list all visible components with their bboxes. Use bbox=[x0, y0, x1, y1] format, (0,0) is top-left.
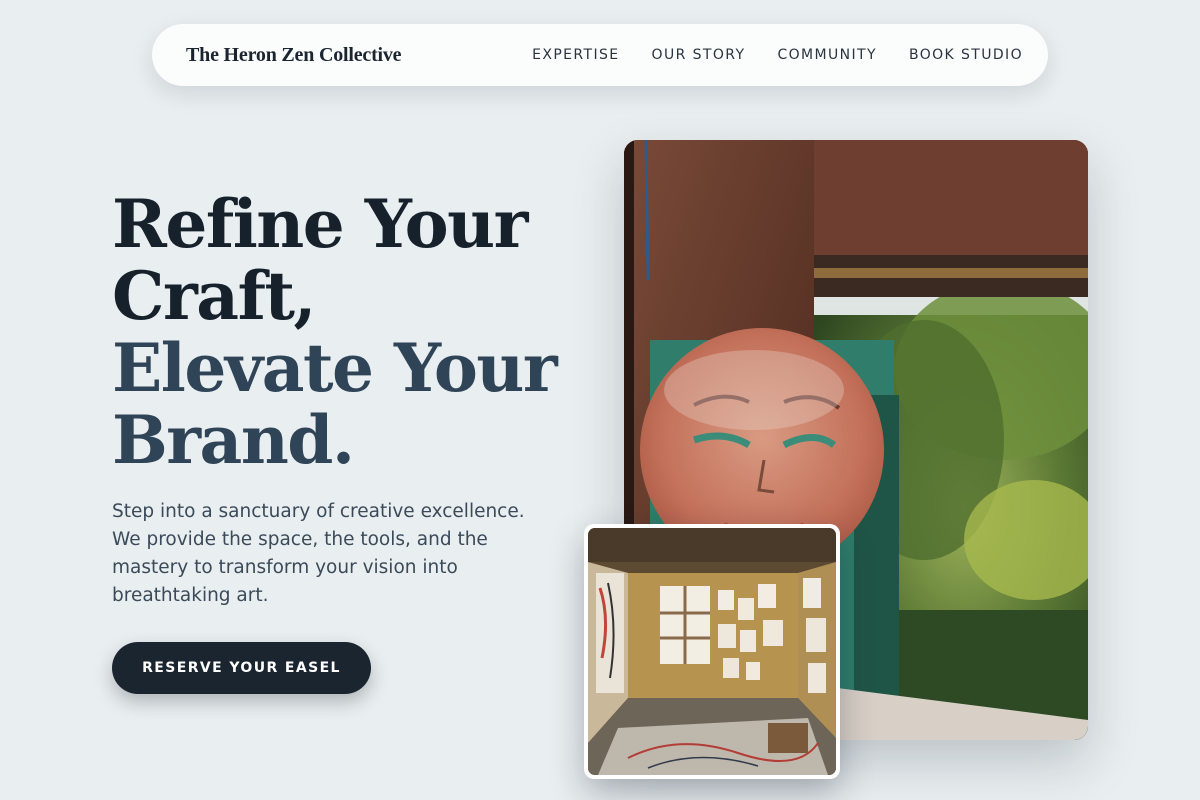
nav-link-our-story[interactable]: OUR STORY bbox=[652, 47, 746, 63]
top-navbar: The Heron Zen Collective EXPERTISE OUR S… bbox=[152, 24, 1048, 86]
studio-interior-image bbox=[584, 524, 840, 779]
hero-headline: Refine Your Craft, Elevate Your Brand. bbox=[112, 188, 582, 476]
nav-link-community[interactable]: COMMUNITY bbox=[777, 47, 877, 63]
reserve-easel-button[interactable]: RESERVE YOUR EASEL bbox=[112, 642, 371, 694]
nav-link-expertise[interactable]: EXPERTISE bbox=[532, 47, 619, 63]
headline-line-1: Refine Your bbox=[112, 185, 528, 263]
headline-line-4: Brand. bbox=[112, 401, 355, 479]
headline-line-2: Craft, bbox=[112, 257, 316, 335]
hero-description: Step into a sanctuary of creative excell… bbox=[112, 501, 525, 606]
headline-line-3: Elevate Your bbox=[112, 329, 558, 407]
brand-logo[interactable]: The Heron Zen Collective bbox=[186, 44, 402, 67]
nav-link-book-studio[interactable]: BOOK STUDIO bbox=[909, 47, 1023, 63]
nav-links: EXPERTISE OUR STORY COMMUNITY BOOK STUDI… bbox=[532, 47, 1023, 63]
